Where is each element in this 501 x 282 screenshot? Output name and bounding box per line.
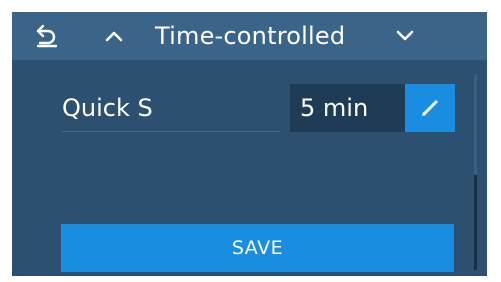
chevron-up-icon: [105, 31, 123, 42]
back-button[interactable]: [32, 12, 62, 60]
page-title: Time-controlled: [155, 22, 346, 50]
setting-value: 5 min: [300, 94, 369, 122]
edit-button[interactable]: [405, 84, 455, 132]
next-button[interactable]: [390, 12, 420, 60]
scrollbar-thumb[interactable]: [474, 175, 477, 270]
header-bar: Time-controlled: [12, 12, 487, 60]
setting-divider: [62, 131, 280, 132]
program-settings-panel: Time-controlled Quick S 5 min SAVE: [12, 12, 487, 276]
save-button[interactable]: SAVE: [61, 224, 454, 272]
undo-arrow-icon: [36, 24, 58, 48]
pencil-icon: [422, 100, 438, 116]
previous-button[interactable]: [99, 12, 129, 60]
chevron-down-icon: [396, 30, 414, 41]
setting-name-label: Quick S: [62, 94, 153, 122]
